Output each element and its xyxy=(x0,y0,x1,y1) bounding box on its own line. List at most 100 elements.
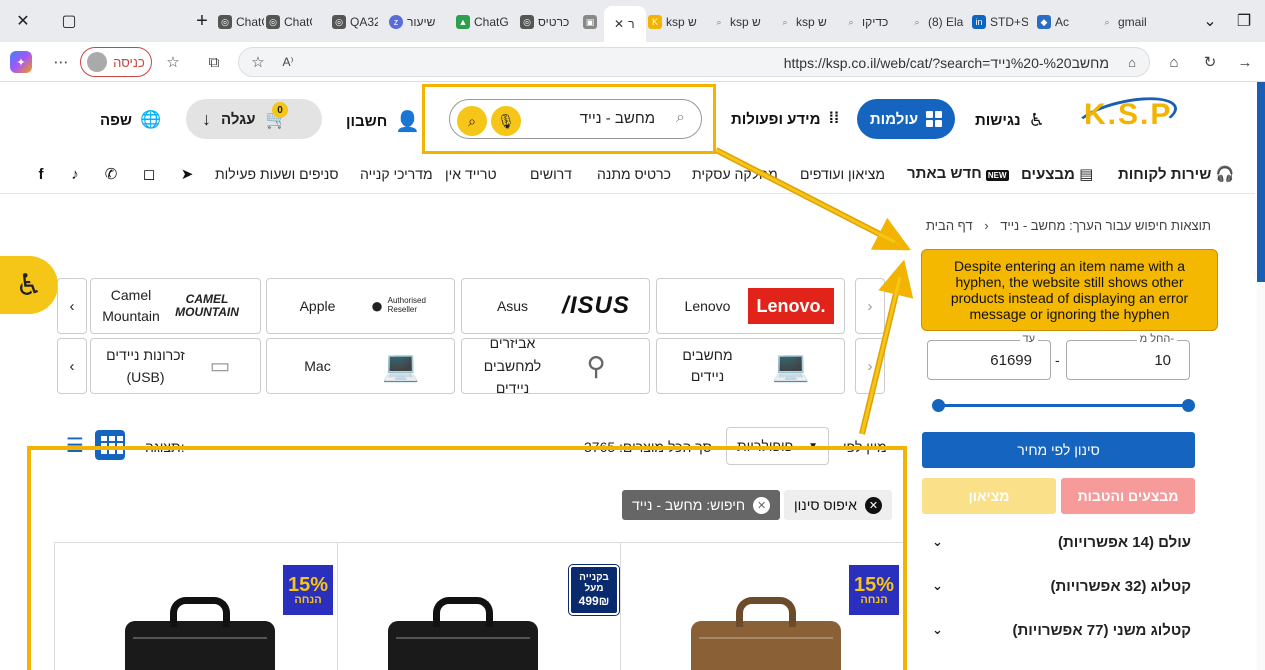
category-card-usb[interactable]: זכרונות ניידים (USB) ▭ xyxy=(90,338,261,394)
tab-list-chevron-icon[interactable]: ⌄ xyxy=(1198,9,1222,33)
nav-item[interactable]: מחלקה עסקית xyxy=(692,166,778,182)
microphone-icon[interactable]: 🎙 xyxy=(491,106,521,136)
deals-filter-button[interactable]: מבצעים והטבות xyxy=(1061,478,1195,514)
nav-item[interactable]: סניפים ושעות פעילות xyxy=(215,166,339,182)
workspaces-icon[interactable]: ❐ xyxy=(1232,9,1256,33)
browser-tab[interactable]: ⌕ ksp ש xyxy=(712,6,768,38)
browser-tab[interactable]: ◎ChatG xyxy=(218,6,264,38)
new-badge-icon: NEW xyxy=(985,170,1009,181)
accessibility-widget-button[interactable]: ♿ xyxy=(0,256,58,314)
category-card-accessories[interactable]: אביזרים למחשבים ניידים ⚲ xyxy=(461,335,650,396)
home-icon[interactable]: ⌂ xyxy=(1163,51,1185,73)
page-scrollbar[interactable] xyxy=(1257,82,1265,670)
site-header: K.S.P נגישות ♿ עולמות מידע ופעולות ⁞⁞ מחשב… xyxy=(0,82,1255,154)
worlds-button[interactable]: עולמות xyxy=(857,99,955,139)
whatsapp-icon[interactable]: ✆ xyxy=(101,164,121,184)
browser-tab[interactable]: in STD+S xyxy=(972,6,1028,38)
brand-card-asus[interactable]: Asus /ISUS xyxy=(461,278,650,334)
extensions-icon[interactable]: ⧉ xyxy=(203,51,225,73)
brands-prev-arrow[interactable]: ‹ xyxy=(57,278,87,334)
user-icon: 👤 xyxy=(395,111,421,133)
price-from-field[interactable]: החל מ- 10 xyxy=(1066,333,1190,380)
tiktok-icon[interactable]: ♪ xyxy=(65,164,85,184)
browser-tab[interactable]: ▣ xyxy=(583,6,603,38)
browser-tab[interactable]: ▲ ChatG xyxy=(456,6,512,38)
search-input[interactable]: מחשב - נייד ⌕ 🎙 ⌕ xyxy=(449,99,702,139)
macbook-icon: 💻 xyxy=(382,349,420,383)
info-actions-menu[interactable]: מידע ופעולות ⁞⁞ xyxy=(731,110,839,128)
grid-icon xyxy=(926,111,943,127)
back-icon[interactable]: → xyxy=(1234,51,1256,73)
nav-customer-service[interactable]: שירות לקוחות 🎧 xyxy=(1118,165,1234,183)
browser-tab-active[interactable]: ✕ ר xyxy=(604,6,646,42)
browser-tab[interactable]: ◆ Ac xyxy=(1037,6,1093,38)
close-tab-icon[interactable]: ✕ xyxy=(614,17,624,31)
browser-tab[interactable]: z שיעור xyxy=(389,6,445,38)
instagram-icon[interactable]: ◻ xyxy=(139,164,159,184)
profile-login-button[interactable]: כניסה xyxy=(80,47,152,77)
category-card-mac[interactable]: Mac 💻 xyxy=(266,338,455,394)
browser-tab-strip: ✕ ▢ + ◎ChatG ◎ChatG ◎QA32 zשיעור ▲ChatG … xyxy=(0,0,1265,42)
accordion-secondary-catalog[interactable]: ⌄ קטלוג משני (77 אפשרויות) xyxy=(922,618,1195,642)
ksp-logo[interactable]: K.S.P xyxy=(1071,89,1181,147)
favorites-icon[interactable]: ☆ xyxy=(162,51,184,73)
nav-item[interactable]: טרייד אין xyxy=(445,166,497,182)
brand-card-camel-mountain[interactable]: Camel Mountain CAMEL MOUNTAIN xyxy=(90,278,261,334)
browser-tab[interactable]: ⌕ gmail xyxy=(1100,6,1160,38)
brand-card-apple[interactable]: Apple ● Authorised Reseller xyxy=(266,278,455,334)
categories-prev-arrow[interactable]: ‹ xyxy=(57,338,87,394)
browser-tab[interactable]: ◎ QA32 xyxy=(332,6,378,38)
maximize-window-icon[interactable]: ▢ xyxy=(57,9,81,33)
cart-button[interactable]: ↓ עגלה 🛒 0 xyxy=(186,99,322,139)
annotation-callout: Despite entering an item name with a hyp… xyxy=(921,249,1218,331)
accordion-catalog[interactable]: ⌄ קטלוג (32 אפשרויות) xyxy=(922,574,1195,598)
categories-next-arrow[interactable]: › xyxy=(855,338,885,394)
browser-tab[interactable]: ⌕ כדיקו xyxy=(844,6,900,38)
address-bar-row: ✦ ⋯ כניסה ☆ ⧉ ☆ A⁾ https://ksp.co.il/web… xyxy=(0,42,1265,82)
accessibility-link[interactable]: נגישות ♿ xyxy=(975,110,1045,131)
filter-by-price-button[interactable]: סינון לפי מחיר xyxy=(922,432,1195,468)
search-icon[interactable]: ⌕ xyxy=(457,106,487,136)
cart-count-badge: 0 xyxy=(272,102,288,118)
wheelchair-icon: ♿ xyxy=(1028,110,1045,130)
lock-icon[interactable]: ⌂ xyxy=(1121,51,1143,73)
browser-tab[interactable]: ◎ כרטיס xyxy=(520,6,576,38)
url-field[interactable]: ☆ A⁾ https://ksp.co.il/web/cat/?search=מ… xyxy=(238,47,1150,77)
brands-next-arrow[interactable]: › xyxy=(855,278,885,334)
accordion-world[interactable]: ⌄ עולם (14 אפשרויות) xyxy=(922,530,1195,554)
new-tab-icon[interactable]: + xyxy=(190,9,214,33)
nav-item[interactable]: מציאון ועודפים xyxy=(800,166,885,182)
usb-drive-icon: ▭ xyxy=(209,353,231,378)
browser-tab[interactable]: Kksp ש xyxy=(648,6,704,38)
price-to-field[interactable]: עד 61699 xyxy=(927,333,1051,380)
copilot-icon[interactable]: ✦ xyxy=(10,51,32,73)
camel-mountain-logo: CAMEL MOUNTAIN xyxy=(175,292,239,319)
browser-tab[interactable]: ◎ChatG xyxy=(266,6,312,38)
add-favorite-star-icon[interactable]: ☆ xyxy=(247,51,269,73)
price-range-slider[interactable] xyxy=(932,399,1195,412)
nav-item[interactable]: דרושים xyxy=(530,166,572,182)
browser-tab[interactable]: ⌕ ksp ש xyxy=(778,6,834,38)
nav-deals[interactable]: מבצעים ▤ xyxy=(1021,165,1093,183)
account-link[interactable]: חשבון 👤 xyxy=(346,109,420,134)
language-selector[interactable]: שפה 🌐 xyxy=(100,110,161,130)
nav-item[interactable]: כרטיס מתנה xyxy=(597,166,671,182)
brand-card-lenovo[interactable]: Lenovo Lenovo. xyxy=(656,278,845,334)
price-separator: - xyxy=(1055,352,1060,368)
read-aloud-icon[interactable]: A⁾ xyxy=(277,51,299,73)
bargain-filter-button[interactable]: מציאון xyxy=(922,478,1056,514)
facebook-icon[interactable]: f xyxy=(31,164,51,184)
chevron-right-icon: › xyxy=(867,297,873,315)
slider-handle-min[interactable] xyxy=(932,399,945,412)
more-menu-icon[interactable]: ⋯ xyxy=(50,51,72,73)
refresh-icon[interactable]: ↻ xyxy=(1199,51,1221,73)
nav-item[interactable]: מדריכי קנייה xyxy=(360,166,433,182)
nav-new-on-site[interactable]: חדש באתר NEW xyxy=(907,165,1009,182)
telegram-icon[interactable]: ➤ xyxy=(177,164,197,184)
chevron-down-icon: ⌄ xyxy=(932,578,943,593)
breadcrumb-home-link[interactable]: דף הבית xyxy=(926,218,973,233)
slider-handle-max[interactable] xyxy=(1182,399,1195,412)
category-card-laptops[interactable]: מחשבים ניידים 💻 xyxy=(656,338,845,394)
close-window-icon[interactable]: ✕ xyxy=(11,9,35,33)
browser-tab[interactable]: ⌕ (8) Ela xyxy=(910,6,966,38)
